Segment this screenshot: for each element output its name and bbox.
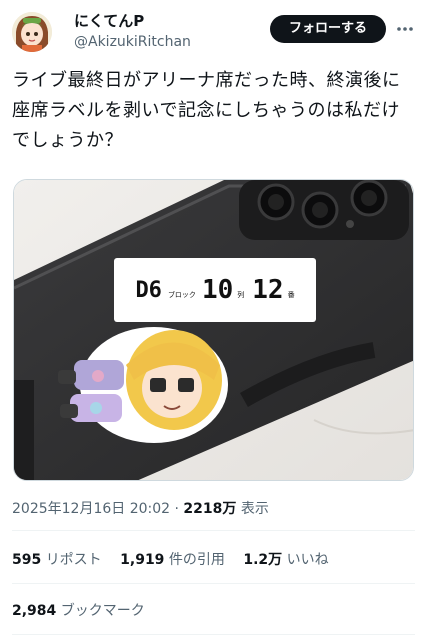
bookmark-label: ブックマーク bbox=[60, 603, 145, 619]
seat-block: D6 bbox=[135, 277, 162, 303]
seat-row-unit: 列 bbox=[237, 291, 245, 299]
divider bbox=[12, 530, 415, 531]
repost-label[interactable]: リポスト bbox=[46, 552, 102, 568]
bookmark-count: 2,984 bbox=[12, 603, 57, 619]
like-count[interactable]: 1.2万 bbox=[243, 552, 282, 568]
tweet-timestamp[interactable]: 2025年12月16日 20:02 · 2218万 表示 bbox=[12, 498, 269, 518]
view-count-label: 表示 bbox=[236, 501, 269, 517]
view-count: 2218万 bbox=[183, 501, 237, 517]
more-dots-icon[interactable] bbox=[393, 17, 417, 41]
quote-count[interactable]: 1,919 bbox=[120, 552, 164, 568]
tweet-media-image[interactable]: D6 ブロック 10 列 12 番 bbox=[13, 179, 414, 481]
seat-label: D6 ブロック 10 列 12 番 bbox=[114, 258, 316, 322]
seat-block-unit: ブロック bbox=[167, 291, 196, 299]
user-handle[interactable]: @AkizukiRitchan bbox=[74, 33, 191, 51]
divider bbox=[12, 583, 415, 584]
seat-number-unit: 番 bbox=[287, 291, 295, 299]
engagement-stats: 595 リポスト 1,919 件の引用 1.2万 いいね bbox=[12, 549, 343, 569]
repost-count[interactable]: 595 bbox=[12, 552, 41, 568]
like-label[interactable]: いいね bbox=[287, 552, 329, 568]
follow-button[interactable]: フォローする bbox=[270, 15, 386, 43]
seat-number: 12 bbox=[252, 275, 284, 305]
quote-label[interactable]: 件の引用 bbox=[169, 552, 225, 568]
post-datetime[interactable]: 2025年12月16日 20:02 · bbox=[12, 501, 183, 517]
tweet-header: にくてんP @AkizukiRitchan フォローする bbox=[0, 0, 427, 62]
display-name[interactable]: にくてんP bbox=[74, 12, 144, 30]
avatar[interactable] bbox=[12, 12, 52, 52]
tweet-text: ライブ最終日がアリーナ席だった時、終演後に座席ラベルを剥いで記念にしちゃうのは私… bbox=[12, 70, 401, 151]
seat-row: 10 bbox=[201, 275, 234, 305]
divider bbox=[12, 634, 415, 635]
bookmark-stats: 2,984 ブックマーク bbox=[12, 600, 145, 620]
